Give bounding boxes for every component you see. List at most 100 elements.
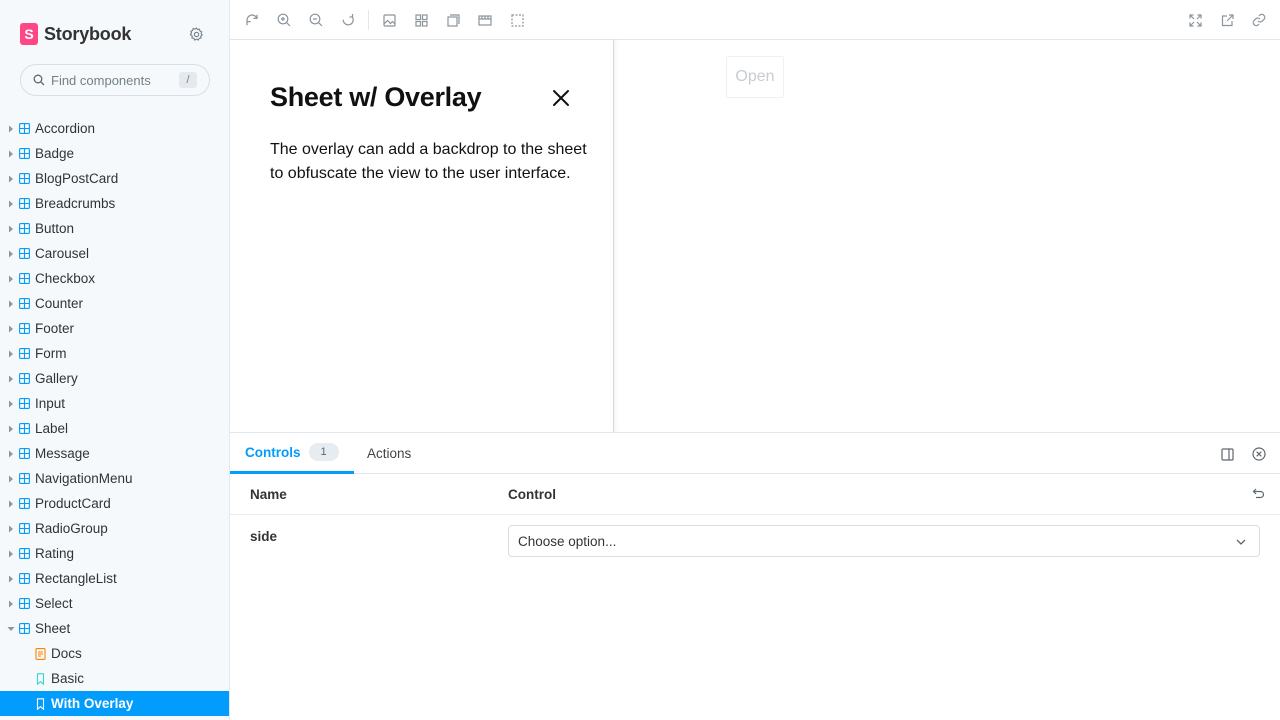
sidebar-item-accordion[interactable]: Accordion — [0, 116, 229, 141]
sidebar-item-label: Select — [35, 596, 73, 611]
search-icon — [33, 74, 45, 86]
close-icon[interactable] — [550, 87, 572, 109]
sidebar-item-label: Badge — [35, 146, 75, 161]
sidebar-item-rectanglelist[interactable]: RectangleList — [0, 566, 229, 591]
side-select[interactable]: Choose option... — [508, 525, 1260, 557]
sidebar-item-form[interactable]: Form — [0, 341, 229, 366]
caret-right-icon — [9, 600, 13, 607]
sidebar-item-label: Accordion — [35, 121, 96, 136]
zoom-out-icon[interactable] — [308, 12, 324, 28]
sidebar-item-input[interactable]: Input — [0, 391, 229, 416]
sheet-description: The overlay can add a backdrop to the sh… — [270, 141, 587, 182]
search-shortcut-key: / — [179, 72, 197, 88]
component-icon — [19, 223, 30, 234]
caret-right-icon — [9, 175, 13, 182]
header-name: Name — [250, 487, 287, 502]
sidebar-item-navigationmenu[interactable]: NavigationMenu — [0, 466, 229, 491]
story-docs[interactable]: Docs — [0, 641, 229, 666]
tab-controls[interactable]: Controls 1 — [230, 433, 354, 474]
tab-actions-label: Actions — [367, 446, 412, 461]
panel-orientation-icon[interactable] — [1219, 446, 1235, 462]
caret-down-icon — [7, 626, 15, 631]
addons-panel: Controls 1 Actions Name Control side Cho… — [230, 432, 1280, 720]
sidebar-item-label[interactable]: Label — [0, 416, 229, 441]
story-icon — [36, 697, 45, 710]
storybook-logo[interactable]: S Storybook — [20, 22, 131, 46]
caret-right-icon — [9, 300, 13, 307]
zoom-in-icon[interactable] — [276, 12, 292, 28]
sidebar-item-footer[interactable]: Footer — [0, 316, 229, 341]
search-box[interactable]: / — [20, 64, 210, 96]
story-with-overlay[interactable]: With Overlay — [0, 691, 229, 716]
component-icon — [19, 398, 30, 409]
storybook-mark-icon: S — [20, 23, 38, 45]
sidebar-item-badge[interactable]: Badge — [0, 141, 229, 166]
close-panel-icon[interactable] — [1251, 446, 1267, 462]
sidebar-item-label: NavigationMenu — [35, 471, 133, 486]
sidebar: S Storybook / Accordion Badge BlogPostCard… — [0, 0, 230, 720]
background-icon[interactable] — [381, 12, 397, 28]
caret-right-icon — [9, 575, 13, 582]
sidebar-item-label: Footer — [35, 321, 75, 336]
sidebar-item-counter[interactable]: Counter — [0, 291, 229, 316]
story-label: Basic — [51, 671, 85, 686]
component-icon — [19, 198, 30, 209]
caret-right-icon — [9, 225, 13, 232]
story-basic[interactable]: Basic — [0, 666, 229, 691]
sidebar-item-carousel[interactable]: Carousel — [0, 241, 229, 266]
grid-icon[interactable] — [413, 12, 429, 28]
sidebar-item-select[interactable]: Select — [0, 591, 229, 616]
sidebar-item-label: Checkbox — [35, 271, 96, 286]
component-icon — [19, 598, 30, 609]
zoom-reset-icon[interactable] — [340, 12, 356, 28]
caret-right-icon — [9, 275, 13, 282]
component-icon — [19, 323, 30, 334]
addons-tabs: Controls 1 Actions — [230, 433, 1280, 474]
component-icon — [19, 173, 30, 184]
caret-right-icon — [9, 550, 13, 557]
tab-actions[interactable]: Actions — [367, 433, 411, 474]
sheet-panel: Sheet w/ Overlay The overlay can add a b… — [230, 40, 614, 432]
controls-count-badge: 1 — [308, 443, 339, 461]
sidebar-item-label: Counter — [35, 296, 84, 311]
sidebar-item-button[interactable]: Button — [0, 216, 229, 241]
toolbar-divider — [368, 10, 369, 30]
caret-right-icon — [9, 200, 13, 207]
sidebar-item-breadcrumbs[interactable]: Breadcrumbs — [0, 191, 229, 216]
sidebar-item-radiogroup[interactable]: RadioGroup — [0, 516, 229, 541]
fullscreen-icon[interactable] — [1187, 12, 1203, 28]
preview-toolbar — [230, 0, 1280, 40]
caret-right-icon — [9, 500, 13, 507]
story-label: Docs — [51, 646, 82, 661]
sidebar-item-sheet[interactable]: Sheet — [0, 616, 229, 641]
brand-name: Storybook — [44, 23, 132, 44]
reset-controls-icon[interactable] — [1250, 486, 1266, 502]
sidebar-item-message[interactable]: Message — [0, 441, 229, 466]
component-icon — [19, 373, 30, 384]
search-input[interactable] — [51, 72, 171, 88]
caret-right-icon — [9, 375, 13, 382]
reload-icon[interactable] — [244, 12, 260, 28]
sidebar-item-gallery[interactable]: Gallery — [0, 366, 229, 391]
open-sheet-button[interactable]: Open — [726, 56, 784, 98]
copy-link-icon[interactable] — [1251, 12, 1267, 28]
sidebar-item-productcard[interactable]: ProductCard — [0, 491, 229, 516]
sidebar-item-blogpostcard[interactable]: BlogPostCard — [0, 166, 229, 191]
component-icon — [19, 148, 30, 159]
tab-controls-label: Controls — [245, 444, 301, 460]
sidebar-item-label: RadioGroup — [35, 521, 108, 536]
sidebar-item-label: Rating — [35, 546, 75, 561]
open-new-tab-icon[interactable] — [1219, 12, 1235, 28]
measure-icon[interactable] — [445, 12, 461, 28]
story-icon — [36, 672, 45, 685]
caret-right-icon — [9, 450, 13, 457]
caret-right-icon — [9, 250, 13, 257]
component-icon — [19, 423, 30, 434]
sidebar-item-rating[interactable]: Rating — [0, 541, 229, 566]
settings-gear-icon[interactable] — [186, 24, 206, 44]
outline-icon[interactable] — [509, 12, 525, 28]
sidebar-item-checkbox[interactable]: Checkbox — [0, 266, 229, 291]
viewport-icon[interactable] — [477, 12, 493, 28]
component-icon — [19, 523, 30, 534]
sidebar-item-label: RectangleList — [35, 571, 117, 586]
